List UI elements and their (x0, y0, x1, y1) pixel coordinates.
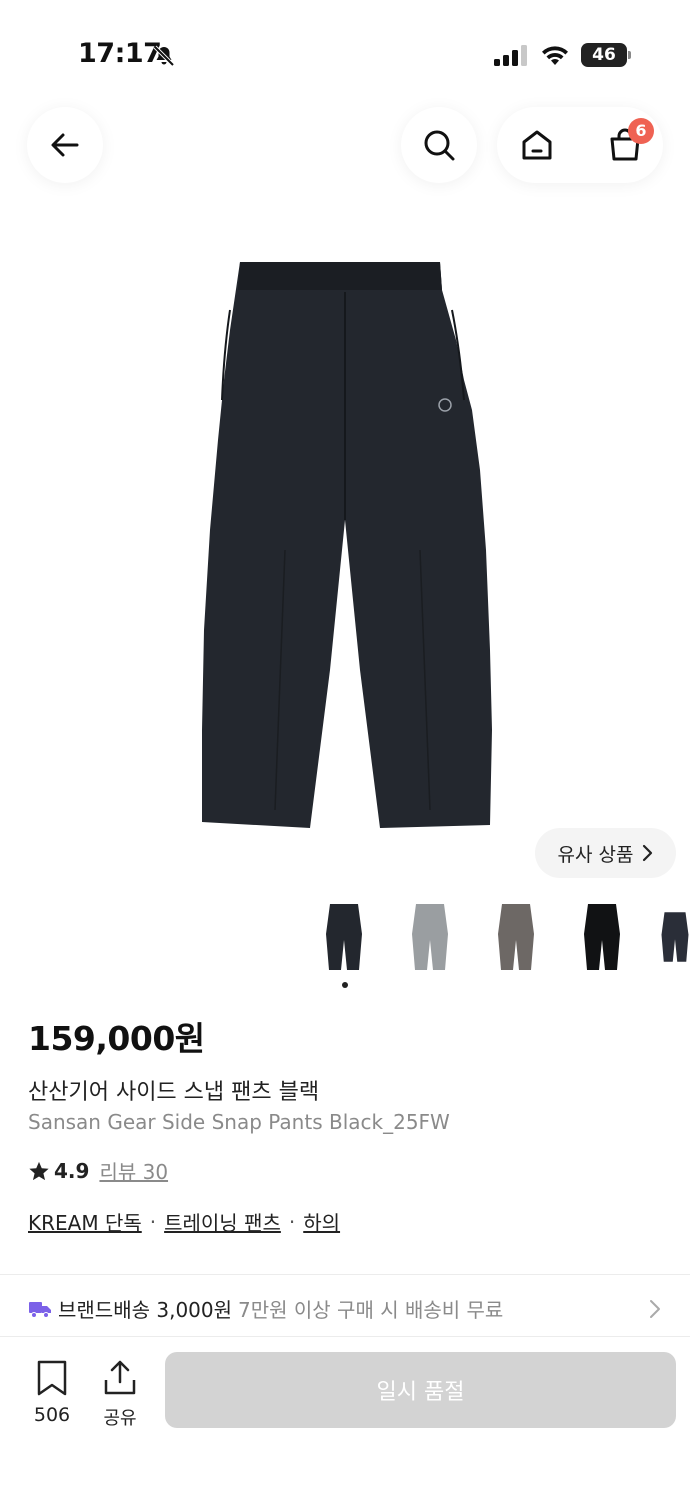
tag-kream-exclusive[interactable]: KREAM 단독 (28, 1207, 142, 1236)
star-icon (29, 1161, 49, 1180)
rating-value: 4.9 (54, 1158, 90, 1183)
search-icon (424, 130, 455, 161)
back-button[interactable] (27, 107, 103, 183)
battery-level: 46 (581, 43, 627, 67)
breadcrumb-separator: · (149, 1209, 157, 1234)
category-breadcrumb: KREAM 단독 · 트레이닝 팬츠 · 하의 (28, 1207, 340, 1236)
shipping-info[interactable]: 브랜드배송 3,000원 7만원 이상 구매 시 배송비 무료 (28, 1294, 503, 1323)
divider (0, 1274, 690, 1275)
share-label: 공유 (103, 1408, 137, 1429)
review-link[interactable]: 리뷰 30 (99, 1156, 168, 1185)
signal-icon (494, 44, 528, 70)
product-name-english: Sansan Gear Side Snap Pants Black_25FW (28, 1110, 450, 1134)
product-name-korean: 산산기어 사이드 스냅 팬츠 블랙 (28, 1080, 320, 1105)
thumbnail-black-selected[interactable] (316, 898, 372, 976)
divider (0, 1336, 690, 1337)
bookmark-icon (37, 1360, 67, 1396)
share-icon (104, 1360, 136, 1395)
bookmark-count: 506 (33, 1404, 71, 1426)
share-button[interactable]: 공유 (96, 1360, 144, 1430)
tag-training-pants[interactable]: 트레이닝 팬츠 (164, 1207, 281, 1236)
sold-out-label: 일시 품절 (376, 1380, 465, 1405)
home-button[interactable] (512, 120, 562, 170)
status-time: 17:17 (78, 38, 162, 69)
tag-bottoms[interactable]: 하의 (303, 1207, 340, 1236)
product-price: 159,000원 (28, 1019, 205, 1058)
shipping-label: 브랜드배송 3,000원 (58, 1298, 233, 1322)
home-icon (522, 130, 552, 160)
shipping-free-condition: 7만원 이상 구매 시 배송비 무료 (238, 1298, 504, 1322)
bookmark-button[interactable]: 506 (26, 1360, 78, 1426)
gallery-page-indicator (342, 982, 348, 988)
battery-tip (628, 51, 631, 59)
product-image[interactable] (190, 250, 500, 840)
wifi-icon (540, 44, 570, 70)
rating-row: 4.9 리뷰 30 (28, 1156, 168, 1185)
thumbnail-navy[interactable] (660, 898, 690, 976)
cart-count-badge: 6 (628, 118, 654, 144)
thumbnail-brown[interactable] (488, 898, 544, 976)
thumbnail-gray[interactable] (402, 898, 458, 976)
breadcrumb-separator: · (288, 1209, 296, 1234)
similar-products-label: 유사 상품 (557, 843, 634, 866)
chevron-right-icon (648, 1298, 662, 1324)
bell-slash-icon (152, 44, 176, 72)
thumbnail-jet-black[interactable] (574, 898, 630, 976)
search-button[interactable] (401, 107, 477, 183)
similar-products-button[interactable]: 유사 상품 (535, 828, 676, 878)
sold-out-button[interactable]: 일시 품절 (165, 1352, 676, 1428)
truck-icon (29, 1301, 51, 1318)
back-arrow-icon (51, 133, 79, 157)
chevron-right-icon (643, 844, 653, 862)
